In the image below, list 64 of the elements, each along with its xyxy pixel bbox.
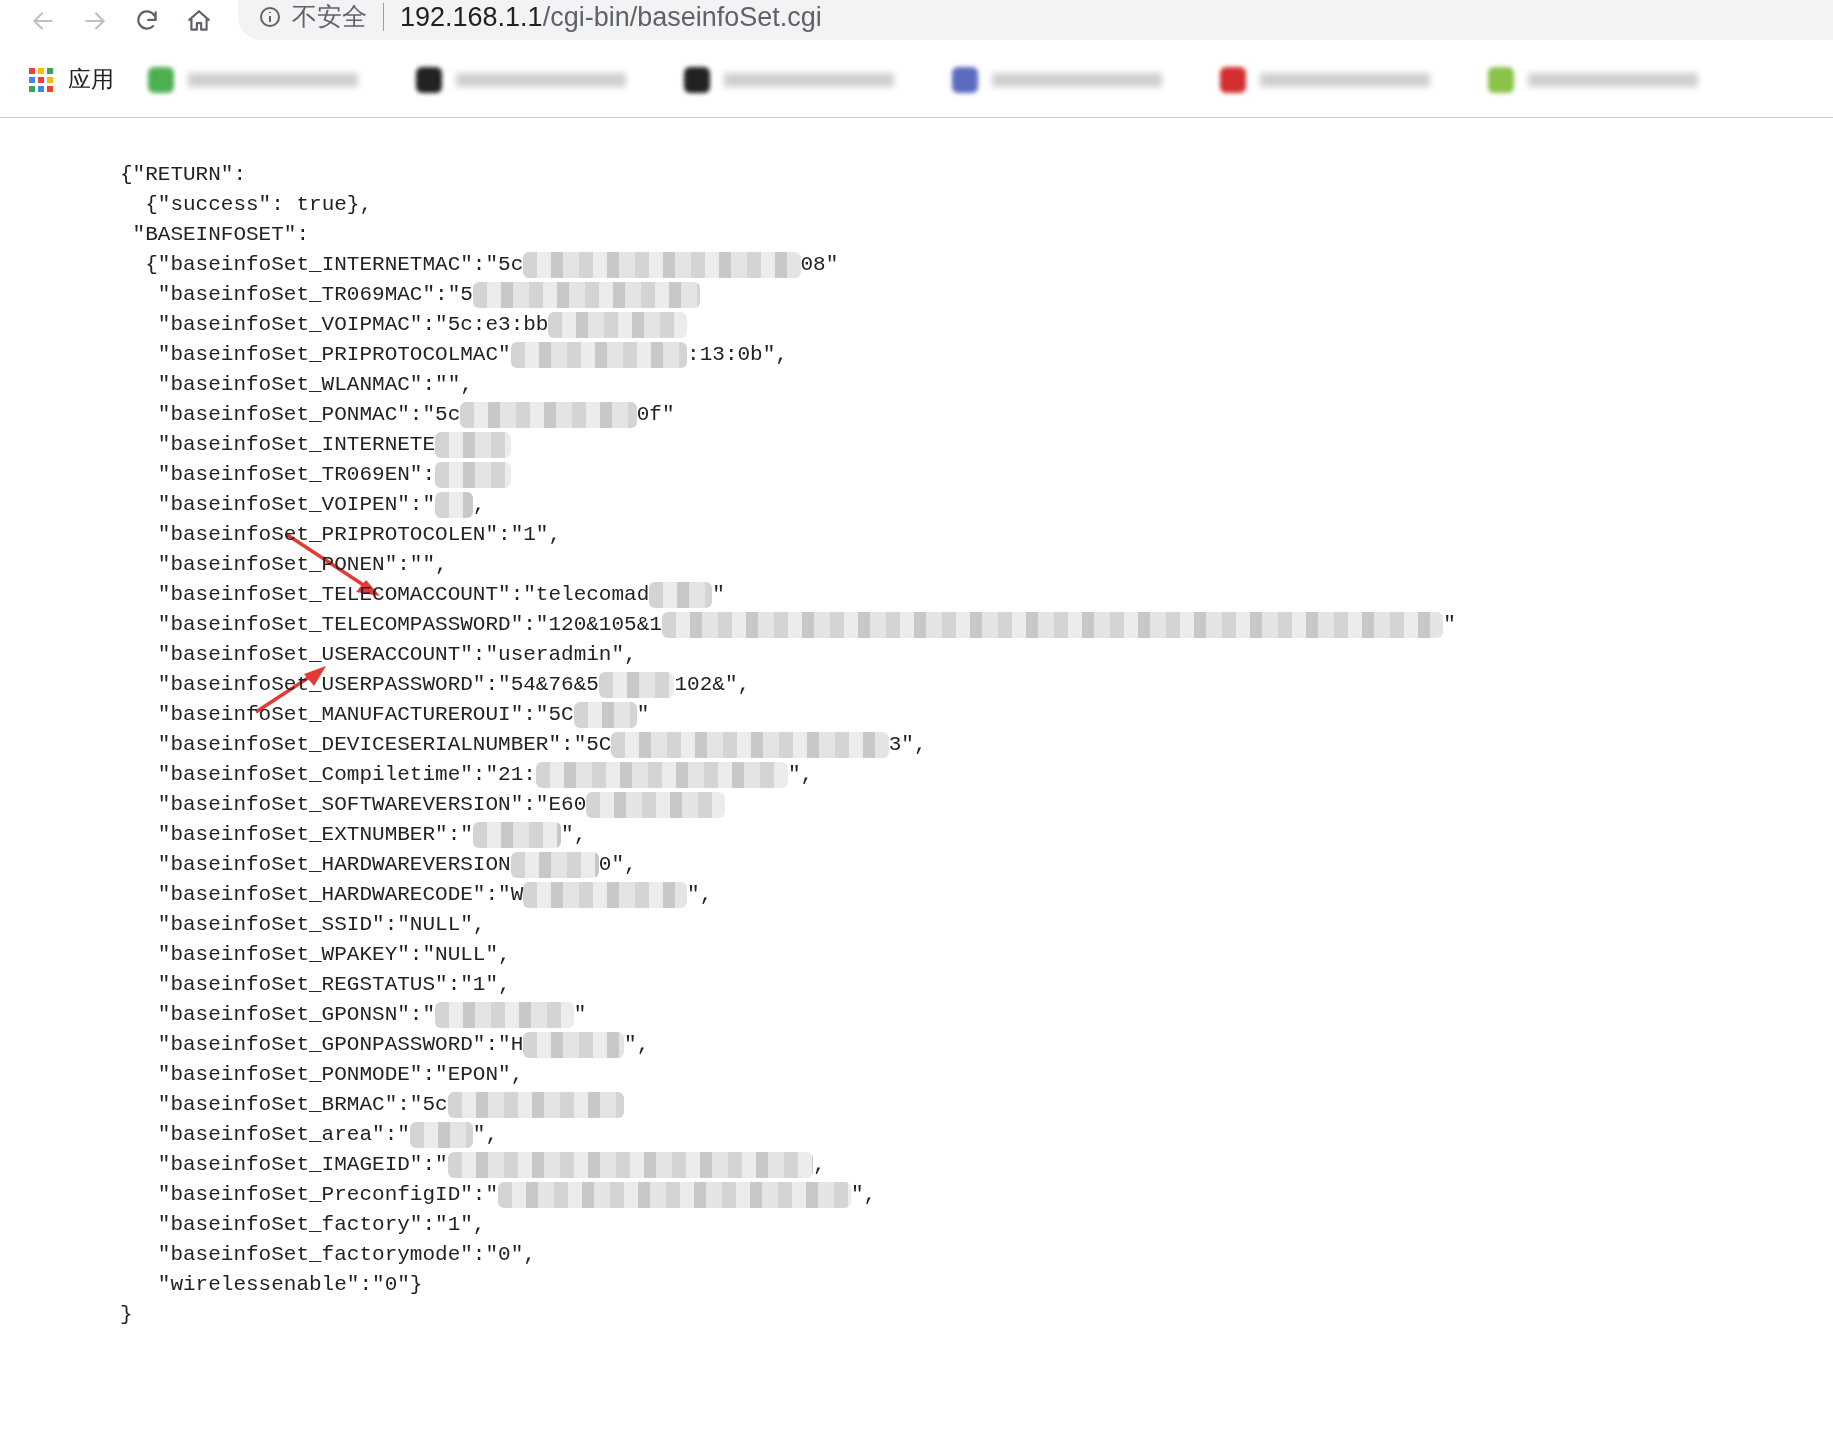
code-line: "baseinfoSet_PRIPROTOCOLEN":"1", xyxy=(157,522,562,548)
security-label: 不安全 xyxy=(292,1,367,33)
code-line-end: " xyxy=(573,1002,587,1028)
blurred-bookmark[interactable] xyxy=(684,66,894,93)
code-line-end: , xyxy=(472,492,486,518)
code-line-end: " xyxy=(636,702,650,728)
code-line: "baseinfoSet_factorymode":"0", xyxy=(157,1242,536,1268)
code-line: "baseinfoSet_TELECOMPASSWORD":"120&105&1 xyxy=(157,612,662,638)
code-line: "baseinfoSet_REGSTATUS":"1", xyxy=(157,972,511,998)
code-line-end: 08" xyxy=(800,252,839,278)
code-line: "BASEINFOSET": xyxy=(132,222,310,248)
code-line: {"success": true}, xyxy=(145,192,373,218)
code-line: "baseinfoSet_VOIPMAC":"5c:e3:bb xyxy=(157,312,549,338)
code-line: "wirelessenable":"0"} xyxy=(157,1272,423,1298)
code-line-end: " xyxy=(1443,612,1456,638)
code-line: } xyxy=(120,1302,133,1328)
code-line: "baseinfoSet_BRMAC":"5c xyxy=(157,1092,448,1118)
code-line: "baseinfoSet_HARDWAREVERSION xyxy=(157,852,511,878)
code-line: "baseinfoSet_WLANMAC":"", xyxy=(157,372,473,398)
code-line: "baseinfoSet_SSID":"NULL", xyxy=(157,912,486,938)
code-line: "baseinfoSet_MANUFACTUREROUI":"5C xyxy=(157,702,574,728)
home-icon[interactable] xyxy=(186,8,212,34)
code-line: "baseinfoSet_PONMODE":"EPON", xyxy=(157,1062,524,1088)
code-line: "baseinfoSet_TR069MAC":"5 xyxy=(157,282,473,308)
code-line: "baseinfoSet_USERACCOUNT":"useradmin", xyxy=(157,642,637,668)
code-line: "baseinfoSet_PONMAC":"5c xyxy=(157,402,461,428)
code-line: "baseinfoSet_Compiletime":"21: xyxy=(157,762,536,788)
code-line-end: 0", xyxy=(598,852,637,878)
code-line: "baseinfoSet_SOFTWAREVERSION":"E60 xyxy=(157,792,587,818)
code-line: "baseinfoSet_TR069EN": xyxy=(157,462,436,488)
code-line-end: " xyxy=(712,582,725,608)
code-line-end: :13:0b", xyxy=(687,342,788,368)
code-line-end: ", xyxy=(624,1032,650,1058)
code-line-end: 102&", xyxy=(674,672,751,698)
info-icon[interactable] xyxy=(258,5,282,29)
code-line: {"baseinfoSet_INTERNETMAC":"5c xyxy=(145,252,524,278)
code-line: "baseinfoSet_PRIPROTOCOLMAC" xyxy=(157,342,511,368)
apps-label[interactable]: 应用 xyxy=(68,62,114,97)
code-line: "baseinfoSet_INTERNETE xyxy=(157,432,436,458)
code-line: "baseinfoSet_GPONPASSWORD":"H xyxy=(157,1032,524,1058)
code-line: "baseinfoSet_EXTNUMBER":" xyxy=(157,822,473,848)
code-line-end: ", xyxy=(472,1122,499,1148)
code-line: "baseinfoSet_PreconfigID":" xyxy=(157,1182,499,1208)
code-line: "baseinfoSet_DEVICESERIALNUMBER":"5C xyxy=(157,732,612,758)
code-line-end: ", xyxy=(850,1182,877,1208)
code-line: {"RETURN": xyxy=(120,162,247,188)
code-line: "baseinfoSet_IMAGEID":" xyxy=(157,1152,448,1178)
url-text: 192.168.1.1/cgi-bin/baseinfoSet.cgi xyxy=(400,0,822,34)
code-line-end: ", xyxy=(687,882,713,908)
code-line: "baseinfoSet_WPAKEY":"NULL", xyxy=(157,942,511,968)
code-line-end: ", xyxy=(787,762,814,788)
code-line: "baseinfoSet_VOIPEN":" xyxy=(157,492,436,518)
blurred-bookmark[interactable] xyxy=(416,66,626,93)
apps-grid-icon[interactable] xyxy=(28,66,54,93)
code-line-end: 0f" xyxy=(636,402,675,428)
code-line: "baseinfoSet_area":" xyxy=(157,1122,410,1148)
code-line: "baseinfoSet_GPONSN":" xyxy=(157,1002,436,1028)
address-bar[interactable]: 不安全 192.168.1.1/cgi-bin/baseinfoSet.cgi xyxy=(238,0,1833,40)
code-line-end: , xyxy=(813,1152,826,1178)
code-line-end: 3", xyxy=(888,732,927,758)
code-line: "baseinfoSet_factory":"1", xyxy=(157,1212,486,1238)
code-line: "baseinfoSet_HARDWARECODE":"W xyxy=(157,882,524,908)
code-line: "baseinfoSet_TELECOMACCOUNT":"telecomad xyxy=(157,582,650,608)
code-line-end: ", xyxy=(561,822,587,848)
